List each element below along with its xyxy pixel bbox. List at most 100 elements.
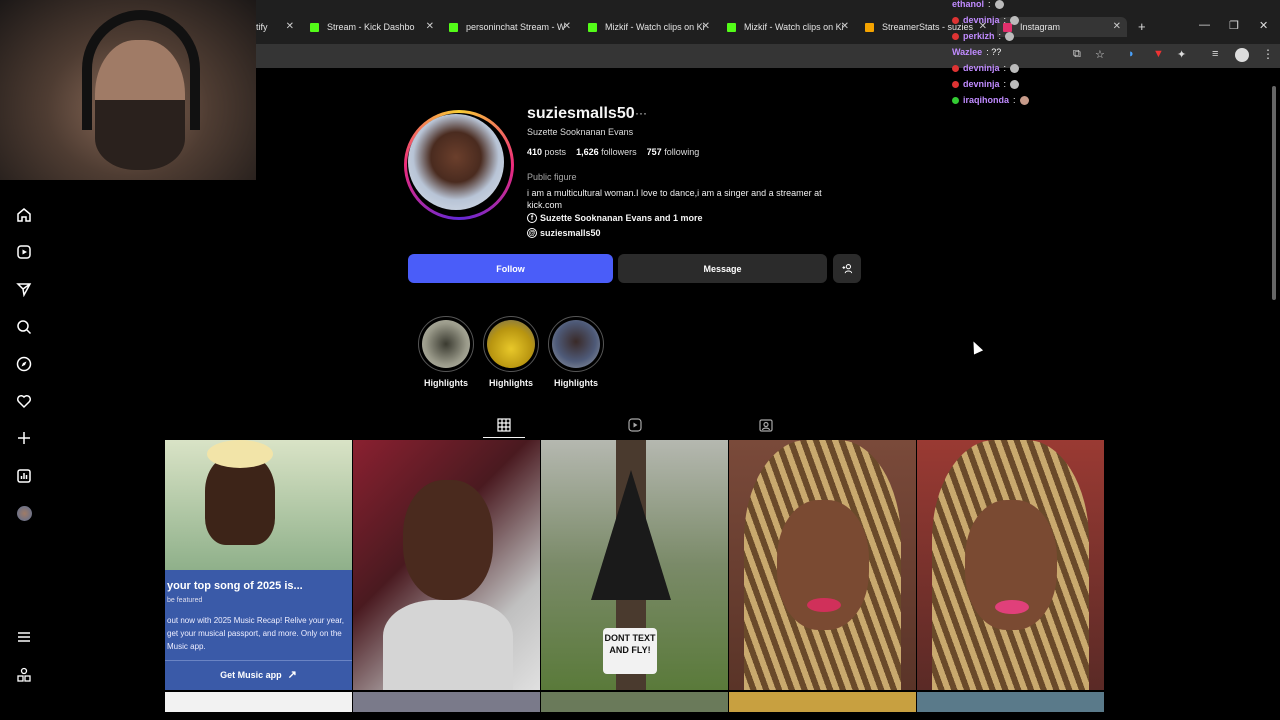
story-highlight[interactable]: Highlights	[418, 316, 474, 388]
chat-username: iraqihonda	[963, 95, 1010, 105]
kick-favicon-icon	[449, 22, 458, 32]
highlight-cover	[487, 320, 535, 368]
follow-button[interactable]: Follow	[408, 254, 613, 283]
reels-icon	[628, 418, 642, 432]
mouse-cursor	[968, 339, 984, 355]
extensions-puzzle-icon[interactable]: ✦	[1177, 48, 1186, 61]
highlight-cover	[552, 320, 600, 368]
reels-icon[interactable]	[14, 242, 34, 262]
profile-photo	[408, 114, 504, 210]
browser-tab[interactable]: personinchat Stream - W ✕	[449, 17, 571, 37]
browser-tab[interactable]: Mizkif - Watch clips on Ki ✕	[588, 17, 710, 37]
highlight-ring	[548, 316, 604, 372]
face-photo	[403, 480, 493, 600]
person-photo	[205, 455, 275, 545]
chat-text: :	[1013, 95, 1016, 105]
post-thumbnail[interactable]	[917, 692, 1104, 712]
message-button[interactable]: Message	[618, 254, 827, 283]
menu-hamburger-icon[interactable]	[14, 627, 34, 647]
facebook-link-text: Suzette Sooknanan Evans and 1 more	[540, 213, 703, 223]
threads-link[interactable]: @ suziesmalls50	[527, 228, 601, 238]
blonde-hair	[207, 440, 273, 468]
chat-message: ethanol :	[952, 0, 1152, 12]
post-thumbnail[interactable]	[729, 440, 916, 690]
lips	[995, 600, 1029, 614]
add-person-icon	[841, 264, 852, 274]
tagged-tab[interactable]	[756, 416, 776, 434]
explore-icon[interactable]	[14, 354, 34, 374]
post-thumbnail[interactable]	[353, 692, 540, 712]
chat-text: :	[1003, 15, 1007, 25]
tab-close-icon[interactable]: ✕	[841, 21, 849, 32]
reels-tab[interactable]	[625, 416, 645, 434]
chat-message: iraqihonda :	[952, 92, 1152, 108]
facebook-icon: f	[527, 213, 537, 223]
recap-subtitle: be featured	[167, 597, 203, 604]
search-icon[interactable]	[14, 317, 34, 337]
notifications-heart-icon[interactable]	[14, 391, 34, 411]
tab-close-icon[interactable]: ✕	[286, 21, 294, 32]
post-thumbnail[interactable]	[165, 692, 352, 712]
following-stat[interactable]: 757 following	[647, 147, 700, 157]
browser-tab[interactable]: tify ✕	[256, 17, 294, 37]
messages-icon[interactable]	[14, 279, 34, 299]
chat-text: :	[998, 31, 1002, 41]
close-window-button[interactable]: ✕	[1259, 19, 1268, 32]
extension-icon[interactable]: ▼	[1153, 48, 1164, 60]
tab-title: Mizkif - Watch clips on Ki	[744, 22, 844, 32]
chat-message: devninja :	[952, 76, 1152, 92]
browser-tab[interactable]: Mizkif - Watch clips on Ki ✕	[727, 17, 849, 37]
emote-icon	[994, 0, 1004, 9]
post-thumbnail[interactable]	[353, 440, 540, 690]
more-options-icon[interactable]: ···	[635, 106, 647, 120]
profile-avatar-icon[interactable]	[1235, 48, 1249, 62]
webcam-overlay	[0, 0, 256, 180]
streamerstats-favicon-icon	[865, 22, 874, 32]
kick-favicon-icon	[588, 22, 597, 32]
post-music-recap[interactable]: your top song of 2025 is... be featured …	[165, 440, 352, 690]
facebook-link[interactable]: f Suzette Sooknanan Evans and 1 more	[527, 213, 703, 223]
story-highlight[interactable]: Highlights	[548, 316, 604, 388]
post-thumbnail[interactable]	[729, 692, 916, 712]
chat-username: devninja	[963, 79, 1000, 89]
get-music-app-button[interactable]: Get Music app ↗	[165, 660, 352, 688]
posts-grid-tab[interactable]	[494, 416, 514, 434]
post-thumbnail[interactable]	[541, 692, 728, 712]
chat-username: Wazlee	[952, 47, 983, 57]
tab-close-icon[interactable]: ✕	[563, 21, 571, 32]
browser-menu-icon[interactable]: ⋮	[1262, 47, 1274, 61]
streamer-beard	[95, 100, 185, 170]
browser-tab[interactable]: Stream - Kick Dashbo ✕	[310, 17, 434, 37]
profile-avatar-icon[interactable]	[14, 503, 34, 523]
profile-category: Public figure	[527, 172, 577, 182]
minimize-button[interactable]: —	[1199, 19, 1210, 31]
active-tab-indicator	[483, 437, 525, 438]
chat-message: devninja :	[952, 12, 1152, 28]
post-thumbnail[interactable]: DONT TEXT AND FLY!	[541, 440, 728, 690]
chat-message: Wazlee : ??	[952, 44, 1152, 60]
story-highlight[interactable]: Highlights	[483, 316, 539, 388]
profile-bio: i am a multicultural woman.I love to dan…	[527, 188, 822, 210]
suggested-accounts-button[interactable]	[833, 254, 861, 283]
page-scrollbar[interactable]	[1272, 86, 1276, 300]
chat-username: ethanol	[952, 0, 985, 9]
insights-chart-icon[interactable]	[14, 466, 34, 486]
chat-message: perkizh :	[952, 28, 1152, 44]
external-arrow-icon: ↗	[287, 669, 297, 681]
profile-avatar[interactable]	[404, 110, 514, 220]
followers-stat[interactable]: 1,626 followers	[576, 147, 637, 157]
tab-title: Stream - Kick Dashbo	[327, 22, 415, 32]
maximize-button[interactable]: ❐	[1229, 19, 1239, 32]
home-icon[interactable]	[14, 205, 34, 225]
create-plus-icon[interactable]	[14, 428, 34, 448]
tab-close-icon[interactable]: ✕	[426, 21, 434, 32]
tab-close-icon[interactable]: ✕	[702, 21, 710, 32]
chat-text: :	[988, 0, 991, 9]
chat-username: devninja	[963, 15, 1000, 25]
media-controls-icon[interactable]: ≡	[1212, 48, 1218, 60]
tagged-person-icon	[759, 419, 773, 432]
meta-apps-icon[interactable]	[14, 665, 34, 685]
threads-icon: @	[527, 228, 537, 238]
post-thumbnail[interactable]	[917, 440, 1104, 690]
badge-icon	[952, 96, 959, 104]
